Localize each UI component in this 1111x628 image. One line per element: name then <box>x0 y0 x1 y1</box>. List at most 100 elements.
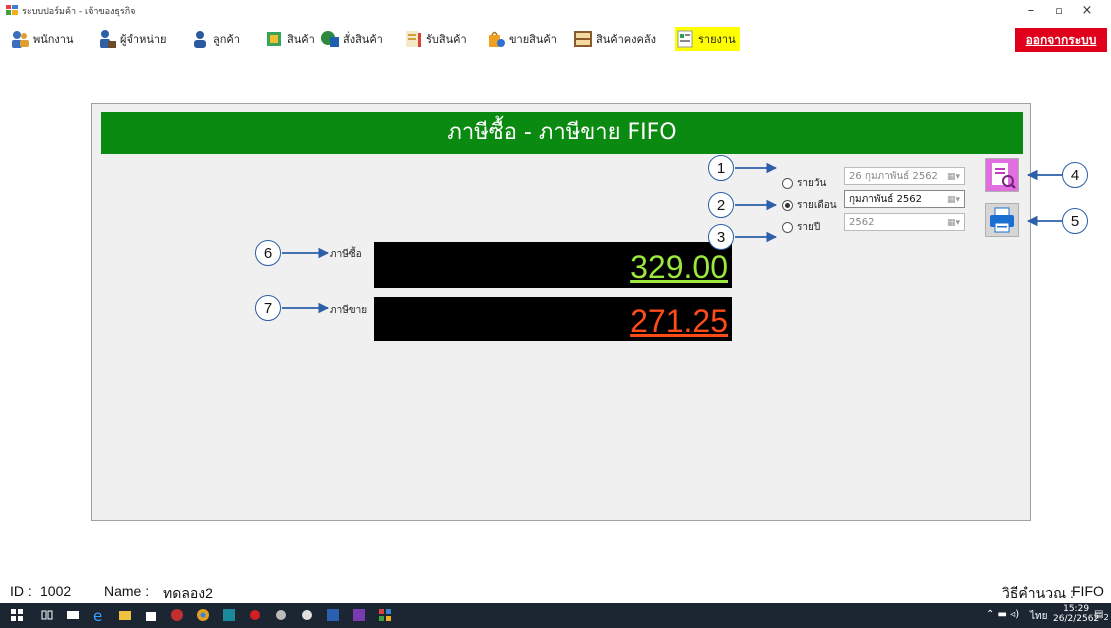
clock-date: 26/2/2562 <box>1053 614 1100 624</box>
notification-count: 2 <box>1103 612 1109 622</box>
radio-indicator <box>782 222 793 233</box>
callout-4: 4 <box>1062 162 1088 188</box>
menu-item-supplier[interactable]: ผู้จำหน่าย <box>97 27 166 51</box>
supplier-icon <box>100 30 116 48</box>
sales-tax-label: ภาษีขาย <box>330 305 368 316</box>
app-red-icon[interactable] <box>170 608 184 622</box>
report-icon <box>677 30 693 48</box>
file-explorer-icon[interactable] <box>118 608 132 622</box>
menu-item-label: รายงาน <box>698 33 736 46</box>
mail-icon[interactable] <box>66 608 80 622</box>
menu-item-sell[interactable]: ขายสินค้า <box>486 27 557 51</box>
chrome-icon[interactable] <box>196 608 210 622</box>
menu-item-report[interactable]: รายงาน <box>675 27 740 51</box>
status-bar: ID : 1002 Name : ทดลอง2 วิธีคำนวณ : FIFO <box>0 581 1111 603</box>
app-grey-icon[interactable] <box>274 608 288 622</box>
picker-value: กุมภาพันธ์ 2562 <box>849 194 923 205</box>
purchase-tax-value: 329.00 <box>374 242 732 288</box>
callout-6: 6 <box>255 240 281 266</box>
yearly-date-picker[interactable]: 2562 ▦▾ <box>844 213 965 231</box>
clock-time: 15:29 <box>1063 604 1090 614</box>
report-title: ภาษีซื้อ - ภาษีขาย FIFO <box>101 112 1023 154</box>
printer-icon <box>990 207 1014 233</box>
calendar-icon: ▦▾ <box>946 172 960 182</box>
windows-start-icon[interactable] <box>10 608 24 622</box>
task-view-icon[interactable] <box>40 608 54 622</box>
app-running-icon[interactable] <box>378 608 392 622</box>
user-name-value: ทดลอง2 <box>163 585 213 601</box>
title-bar: ระบบปอร์มค้า - เจ้าของธุรกิจ – ▫ × <box>0 0 1111 22</box>
app-icon <box>6 5 18 15</box>
menu-bar: พนักงาน ผู้จำหน่าย ลูกค้า สินค้า สั่งสิน… <box>0 22 1111 56</box>
daily-date-picker[interactable]: 26 กุมภาพันธ์ 2562 ▦▾ <box>844 167 965 185</box>
radio-indicator <box>782 200 793 211</box>
maximize-icon[interactable]: ▫ <box>1045 2 1073 20</box>
picker-value: 26 กุมภาพันธ์ 2562 <box>849 171 938 182</box>
menu-item-label: พนักงาน <box>33 33 74 46</box>
menu-item-label: สั่งสินค้า <box>343 33 383 46</box>
radio-yearly[interactable]: รายปี <box>782 220 820 235</box>
customer-icon <box>194 31 206 48</box>
user-name-label: Name : <box>104 583 150 599</box>
callout-1: 1 <box>708 155 734 181</box>
menu-item-label: ผู้จำหน่าย <box>120 33 167 46</box>
calendar-icon: ▦▾ <box>946 218 960 228</box>
clock[interactable]: 15:29 26/2/2562 <box>1053 604 1099 624</box>
print-button[interactable] <box>985 203 1019 237</box>
notification-icon[interactable]: ▤2 <box>1094 609 1109 622</box>
store-icon[interactable] <box>144 608 158 622</box>
method-label: วิธีคำนวณ : <box>1002 585 1074 601</box>
menu-item-receive[interactable]: รับสินค้า <box>403 27 467 51</box>
order-icon <box>321 31 339 47</box>
callout-5: 5 <box>1062 208 1088 234</box>
employee-icon <box>12 31 29 48</box>
language-indicator[interactable]: ไทย <box>1030 609 1047 624</box>
receive-icon <box>406 31 421 47</box>
menu-item-inventory[interactable]: สินค้าคงคลัง <box>573 27 656 51</box>
visual-studio-icon[interactable] <box>352 608 366 622</box>
sell-icon <box>489 31 505 47</box>
menu-item-label: รับสินค้า <box>426 33 467 46</box>
callout-7: 7 <box>255 295 281 321</box>
purchase-tax-label: ภาษีซื้อ <box>330 249 362 260</box>
preview-report-button[interactable] <box>985 158 1019 192</box>
user-id-value: 1002 <box>40 583 72 599</box>
picker-value: 2562 <box>849 217 875 228</box>
menu-item-product[interactable]: สินค้า <box>264 27 315 51</box>
logout-button[interactable]: ออกจากระบบ <box>1015 28 1107 52</box>
app-dark-red-icon[interactable] <box>248 608 262 622</box>
minimize-icon[interactable]: – <box>1017 2 1045 20</box>
monthly-date-picker[interactable]: กุมภาพันธ์ 2562 ▦▾ <box>844 190 965 208</box>
radio-daily[interactable]: รายวัน <box>782 176 826 191</box>
menu-item-label: ลูกค้า <box>213 33 240 46</box>
callout-3: 3 <box>708 224 734 250</box>
user-id-label: ID : <box>10 583 32 599</box>
calendar-icon: ▦▾ <box>946 195 960 205</box>
preview-report-icon <box>992 163 1016 189</box>
menu-item-label: สินค้าคงคลัง <box>596 33 656 46</box>
radio-indicator <box>782 178 793 189</box>
radio-label: รายปี <box>797 222 821 233</box>
menu-item-employee[interactable]: พนักงาน <box>10 27 74 51</box>
app-cloud-icon[interactable] <box>300 608 314 622</box>
close-icon[interactable]: × <box>1073 2 1101 20</box>
report-panel: ภาษีซื้อ - ภาษีขาย FIFO รายวัน 26 กุมภาพ… <box>91 103 1031 521</box>
radio-label: รายวัน <box>797 178 827 189</box>
product-icon <box>267 32 281 46</box>
taskbar: e ⌃ ▬ ◃) ไทย 15:29 26/2/2562 ▤2 <box>0 603 1111 628</box>
word-icon[interactable] <box>326 608 340 622</box>
radio-label: รายเดือน <box>797 200 837 211</box>
callout-2: 2 <box>708 192 734 218</box>
inventory-icon <box>574 31 592 47</box>
sales-tax-value: 271.25 <box>374 297 732 341</box>
radio-monthly[interactable]: รายเดือน <box>782 198 837 213</box>
menu-item-customer[interactable]: ลูกค้า <box>190 27 240 51</box>
svg-text:e: e <box>93 608 102 622</box>
menu-item-order[interactable]: สั่งสินค้า <box>320 27 383 51</box>
method-value: FIFO <box>1072 583 1104 599</box>
publisher-icon[interactable] <box>222 608 236 622</box>
edge-browser-icon[interactable]: e <box>92 608 106 622</box>
network-icon[interactable]: ⌃ ▬ ◃) <box>986 609 1019 620</box>
window-title: ระบบปอร์มค้า - เจ้าของธุรกิจ <box>22 7 136 17</box>
menu-item-label: สินค้า <box>287 33 315 46</box>
